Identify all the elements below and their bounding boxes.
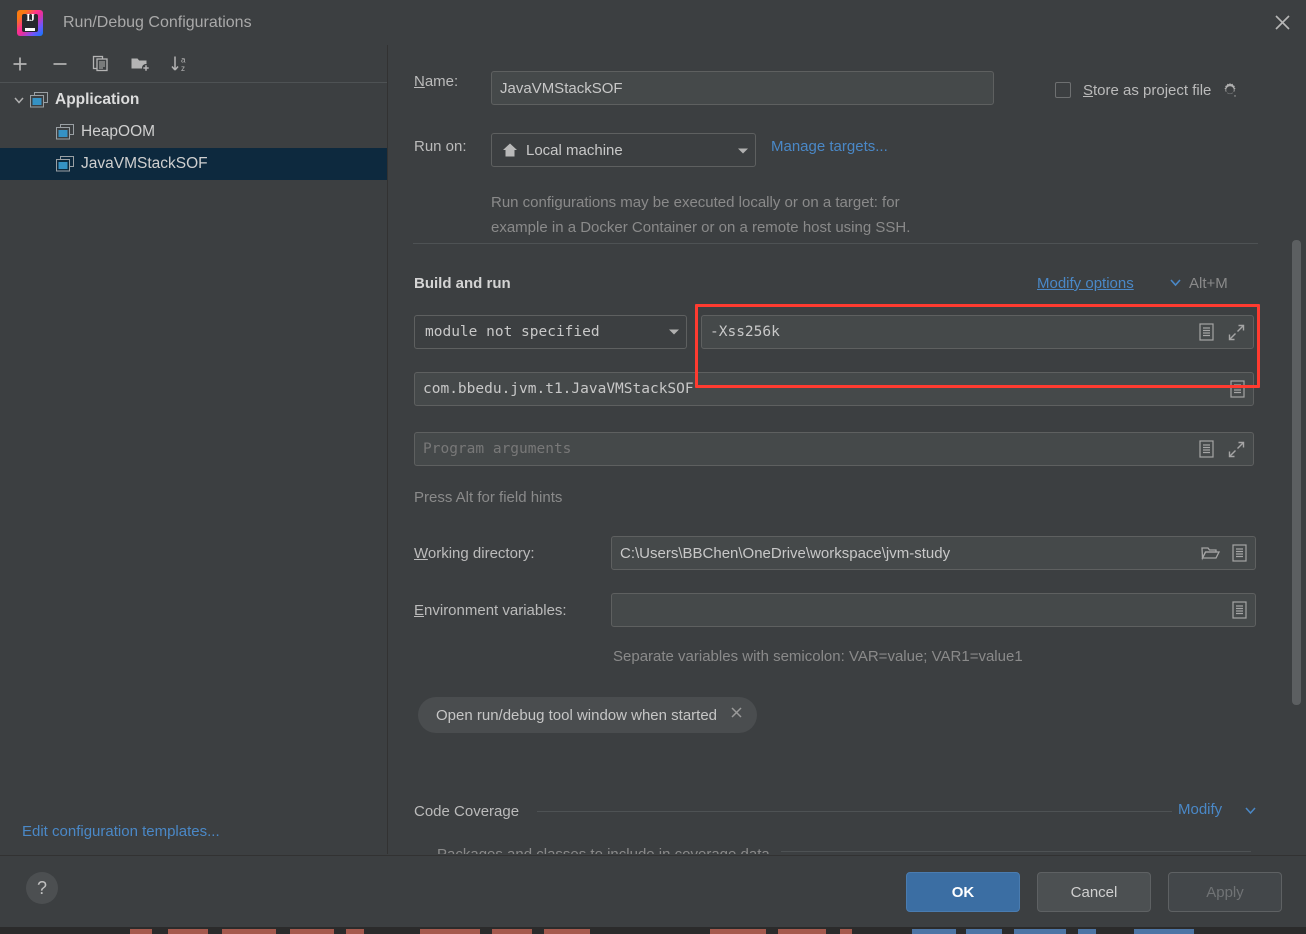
name-input[interactable]: JavaVMStackSOF [491,71,994,105]
close-dialog-button[interactable] [1258,0,1306,45]
field-hints-text: Press Alt for field hints [414,489,563,506]
configuration-editor-panel: Name: JavaVMStackSOF Store as project fi… [389,45,1306,854]
run-debug-configurations-dialog: IJ Run/Debug Configurations a z Applicat… [0,0,1306,934]
logo-underbar [25,28,35,31]
home-icon [502,142,518,158]
working-directory-input[interactable]: C:\Users\BBChen\OneDrive\workspace\jvm-s… [611,536,1256,570]
run-on-target-combo[interactable]: Local machine [491,133,756,167]
store-as-project-file-checkbox[interactable] [1055,82,1071,98]
modify-options-shortcut: Alt+M [1189,275,1228,292]
intellij-idea-logo-icon: IJ [17,9,43,36]
tree-item-label: JavaVMStackSOF [81,155,208,172]
chevron-down-icon [658,324,680,340]
configurations-sidebar: a z Application HeapOOM JavaVMStackSOF E… [0,45,388,854]
macro-list-icon[interactable] [1232,601,1247,619]
move-into-folder-button[interactable] [120,46,160,82]
working-directory-label: Working directory: [414,545,535,562]
remove-configuration-button[interactable] [40,46,80,82]
folder-open-icon[interactable] [1201,545,1220,561]
macro-list-icon[interactable] [1199,440,1214,458]
application-icon [30,92,48,108]
application-icon [56,156,74,172]
application-icon [56,124,74,140]
code-coverage-divider [537,811,1172,812]
environment-variables-label: Environment variables: [414,602,567,619]
background-console-sliver [0,927,1306,934]
dialog-footer: ? OK Cancel Apply [0,855,1306,927]
tree-item-label: HeapOOM [81,123,156,140]
name-input-value: JavaVMStackSOF [500,79,623,97]
add-configuration-button[interactable] [0,46,40,82]
copy-icon [92,55,108,72]
apply-button: Apply [1168,872,1282,912]
module-combo[interactable]: module not specified [414,315,687,349]
tree-item-javavmstacksof[interactable]: JavaVMStackSOF [0,148,387,180]
logo-letters: IJ [26,11,35,24]
close-icon[interactable] [730,706,743,724]
manage-targets-link[interactable]: Manage targets... [771,138,888,155]
minus-icon [53,62,67,65]
code-coverage-chevron-down-icon[interactable] [1244,803,1257,819]
main-class-input[interactable]: com.bbedu.jvm.t1.JavaVMStackSOF [414,372,1254,406]
cancel-button[interactable]: Cancel [1037,872,1151,912]
coverage-packages-divider [781,851,1251,852]
dialog-titlebar: IJ Run/Debug Configurations [0,0,1306,45]
configurations-toolbar: a z [0,45,387,83]
environment-variables-input[interactable] [611,593,1256,627]
edit-configuration-templates-link[interactable]: Edit configuration templates... [22,823,220,840]
modify-options-chevron-down-icon[interactable] [1169,275,1182,291]
program-arguments-input[interactable]: Program arguments [414,432,1254,466]
run-on-target-value: Local machine [526,141,623,159]
working-directory-value: C:\Users\BBChen\OneDrive\workspace\jvm-s… [620,544,951,562]
dialog-title: Run/Debug Configurations [63,13,252,31]
program-arguments-placeholder: Program arguments [423,441,572,457]
plus-icon [13,57,27,70]
vm-options-input[interactable]: -Xss256k [701,315,1254,349]
chevron-down-icon [727,142,749,159]
vm-options-value: -Xss256k [710,324,780,340]
store-as-project-file-label: Store as project file [1083,81,1212,99]
sort-az-icon: a z [171,55,186,73]
gear-icon[interactable] [1221,81,1239,99]
tree-item-heapoom[interactable]: HeapOOM [0,116,387,148]
help-button[interactable]: ? [26,872,58,904]
expand-icon[interactable] [1228,441,1245,458]
open-tool-window-chip-label: Open run/debug tool window when started [436,706,718,724]
macro-list-icon[interactable] [1230,380,1245,398]
environment-variables-hint: Separate variables with semicolon: VAR=v… [613,648,1023,665]
build-and-run-title: Build and run [414,275,511,292]
main-class-value: com.bbedu.jvm.t1.JavaVMStackSOF [423,381,694,397]
expand-icon[interactable] [1228,324,1245,341]
tree-group-label: Application [55,91,140,108]
ok-button[interactable]: OK [906,872,1020,912]
macro-list-icon[interactable] [1199,323,1214,341]
tree-group-application[interactable]: Application [0,84,387,116]
open-tool-window-chip[interactable]: Open run/debug tool window when started [418,697,758,733]
store-as-project-file-row[interactable]: Store as project file [1055,81,1239,99]
copy-configuration-button[interactable] [80,46,120,82]
macro-list-icon[interactable] [1232,544,1247,562]
run-on-description-line-2: example in a Docker Container or on a re… [491,219,911,236]
name-row: Name: [414,73,458,90]
run-on-row: Run on: [414,138,467,155]
configurations-tree: Application HeapOOM JavaVMStackSOF [0,84,387,180]
code-coverage-title: Code Coverage [414,803,520,820]
coverage-packages-title: Packages and classes to include in cover… [437,845,1237,854]
folder-add-icon [131,58,150,72]
code-coverage-modify-link[interactable]: Modify [1178,801,1222,818]
chevron-down-icon[interactable] [8,94,30,106]
editor-scrollbar-track[interactable] [1292,45,1304,854]
close-icon [1274,15,1290,30]
run-on-description-line-1: Run configurations may be executed local… [491,194,900,211]
run-on-label: Run on: [414,138,467,155]
section-divider [413,243,1258,244]
module-combo-value: module not specified [425,324,600,340]
sort-configurations-button[interactable]: a z [160,46,200,82]
svg-text:z: z [181,64,185,73]
editor-scrollbar-thumb[interactable] [1292,240,1301,705]
name-label: Name: [414,73,459,90]
modify-options-link[interactable]: Modify options [1037,275,1134,292]
